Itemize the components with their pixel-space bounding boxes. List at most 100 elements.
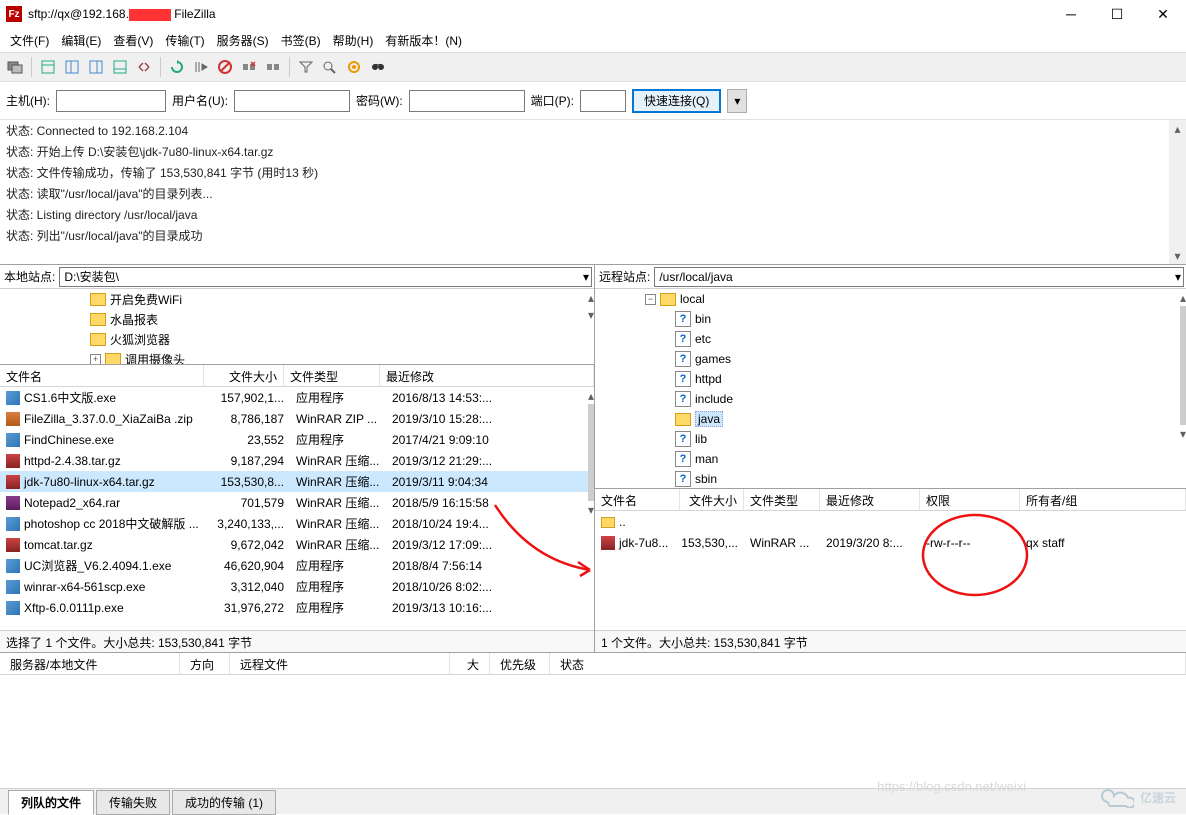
watermark-logo: 亿速云 [1100, 786, 1176, 808]
log-line: 状态: Connected to 192.168.2.104 [0, 120, 1186, 141]
menu-server[interactable]: 服务器(S) [211, 29, 275, 52]
local-status: 选择了 1 个文件。大小总共: 153,530,841 字节 [0, 630, 594, 652]
window-title: sftp://qx@192.168. FileZilla [28, 7, 1048, 21]
sync-browse-icon[interactable] [133, 56, 155, 78]
toggle-queue-icon[interactable] [109, 56, 131, 78]
host-label: 主机(H): [6, 92, 50, 109]
file-icon [6, 601, 20, 615]
file-icon [6, 580, 20, 594]
table-row[interactable]: Notepad2_x64.rar701,579WinRAR 压缩...2018/… [0, 492, 594, 513]
remote-tree-scrollbar[interactable]: ▴▾ [1180, 289, 1186, 488]
queue-header[interactable]: 服务器/本地文件 方向 远程文件 大小 优先级 状态 [0, 653, 1186, 675]
table-row[interactable]: Xftp-6.0.0111p.exe31,976,272应用程序2019/3/1… [0, 597, 594, 618]
toggle-tree-local-icon[interactable] [61, 56, 83, 78]
table-row[interactable]: FileZilla_3.37.0.0_XiaZaiBa .zip8,786,18… [0, 408, 594, 429]
table-row[interactable]: CS1.6中文版.exe157,902,1...应用程序2016/8/13 14… [0, 387, 594, 408]
log-line: 状态: Listing directory /usr/local/java [0, 204, 1186, 225]
tab-success[interactable]: 成功的传输 (1) [172, 790, 276, 815]
port-label: 端口(P): [531, 92, 574, 109]
local-list-scrollbar[interactable]: ▴▾ [588, 387, 594, 630]
port-input[interactable] [580, 90, 626, 112]
unknown-folder-icon: ? [675, 391, 691, 407]
titlebar: Fz sftp://qx@192.168. FileZilla ─ ☐ ✕ [0, 0, 1186, 28]
username-input[interactable] [234, 90, 350, 112]
menu-update[interactable]: 有新版本！(N) [379, 29, 468, 52]
site-manager-icon[interactable] [4, 56, 26, 78]
menu-help[interactable]: 帮助(H) [327, 29, 380, 52]
tab-failed[interactable]: 传输失败 [96, 790, 170, 815]
local-file-list[interactable]: CS1.6中文版.exe157,902,1...应用程序2016/8/13 14… [0, 387, 594, 630]
table-row[interactable]: UC浏览器_V6.2.4094.1.exe46,620,904应用程序2018/… [0, 555, 594, 576]
quickconnect-dropdown[interactable]: ▾ [727, 89, 747, 113]
local-site-label: 本地站点: [0, 268, 59, 285]
file-icon [6, 475, 20, 489]
password-input[interactable] [409, 90, 525, 112]
file-icon [6, 496, 20, 510]
menu-view[interactable]: 查看(V) [107, 29, 159, 52]
chevron-down-icon[interactable]: ▾ [1175, 270, 1181, 284]
file-icon [6, 433, 20, 447]
scroll-down-icon[interactable]: ▾ [1169, 247, 1186, 264]
table-row[interactable]: httpd-2.4.38.tar.gz9,187,294WinRAR 压缩...… [0, 450, 594, 471]
log-line: 状态: 列出"/usr/local/java"的目录成功 [0, 225, 1186, 246]
remote-path-combo[interactable]: /usr/local/java ▾ [654, 267, 1184, 287]
sync-icon[interactable] [343, 56, 365, 78]
unknown-folder-icon: ? [675, 351, 691, 367]
remote-site-label: 远程站点: [595, 268, 654, 285]
parent-dir-row[interactable]: .. [595, 511, 1186, 532]
user-label: 用户名(U): [172, 92, 228, 109]
tab-queued[interactable]: 列队的文件 [8, 790, 94, 815]
remote-status: 1 个文件。大小总共: 153,530,841 字节 [595, 630, 1186, 652]
local-path-combo[interactable]: D:\安装包\ ▾ [59, 267, 592, 287]
table-row[interactable]: photoshop cc 2018中文破解版 ...3,240,133,...W… [0, 513, 594, 534]
log-line: 状态: 开始上传 D:\安装包\jdk-7u80-linux-x64.tar.g… [0, 141, 1186, 162]
log-scrollbar[interactable]: ▴ ▾ [1169, 120, 1186, 264]
folder-icon [601, 517, 615, 528]
chevron-down-icon[interactable]: ▾ [583, 270, 589, 284]
filter-icon[interactable] [295, 56, 317, 78]
table-row[interactable]: winrar-x64-561scp.exe3,312,040应用程序2018/1… [0, 576, 594, 597]
expand-icon[interactable]: + [90, 354, 101, 365]
pass-label: 密码(W): [356, 92, 403, 109]
menu-bookmarks[interactable]: 书签(B) [275, 29, 327, 52]
table-row[interactable]: jdk-7u80-linux-x64.tar.gz153,530,8...Win… [0, 471, 594, 492]
scroll-up-icon[interactable]: ▴ [1169, 120, 1186, 137]
file-icon [6, 559, 20, 573]
file-icon [6, 538, 20, 552]
reconnect-icon[interactable] [262, 56, 284, 78]
unknown-folder-icon: ? [675, 331, 691, 347]
watermark-url: https://blog.csdn.net/weixi [877, 779, 1026, 794]
remote-pane: 远程站点: /usr/local/java ▾ −local ?bin ?etc… [595, 265, 1186, 652]
local-tree[interactable]: 开启免费WiFi 水晶报表 火狐浏览器 +调用摄像头 ▴▾ [0, 289, 594, 365]
process-queue-icon[interactable] [190, 56, 212, 78]
refresh-icon[interactable] [166, 56, 188, 78]
cancel-icon[interactable] [214, 56, 236, 78]
maximize-button[interactable]: ☐ [1094, 0, 1140, 28]
queue-body[interactable] [0, 675, 1186, 755]
remote-file-list[interactable]: .. jdk-7u8... 153,530,... WinRAR ... 201… [595, 511, 1186, 630]
compare-icon[interactable] [319, 56, 341, 78]
table-row[interactable]: FindChinese.exe23,552应用程序2017/4/21 9:09:… [0, 429, 594, 450]
table-row[interactable]: jdk-7u8... 153,530,... WinRAR ... 2019/3… [595, 532, 1186, 553]
disconnect-icon[interactable] [238, 56, 260, 78]
unknown-folder-icon: ? [675, 451, 691, 467]
redacted-ip [129, 9, 171, 21]
local-tree-scrollbar[interactable]: ▴▾ [588, 289, 594, 364]
table-row[interactable]: tomcat.tar.gz9,672,042WinRAR 压缩...2019/3… [0, 534, 594, 555]
menu-file[interactable]: 文件(F) [4, 29, 55, 52]
quickconnect-button[interactable]: 快速连接(Q) [632, 89, 721, 113]
minimize-button[interactable]: ─ [1048, 0, 1094, 28]
remote-tree[interactable]: −local ?bin ?etc ?games ?httpd ?include … [595, 289, 1186, 489]
menu-transfer[interactable]: 传输(T) [159, 29, 210, 52]
unknown-folder-icon: ? [675, 471, 691, 487]
local-list-header[interactable]: 文件名 文件大小 文件类型 最近修改 [0, 365, 594, 387]
collapse-icon[interactable]: − [645, 294, 656, 305]
menu-edit[interactable]: 编辑(E) [55, 29, 107, 52]
quickconnect-bar: 主机(H): 用户名(U): 密码(W): 端口(P): 快速连接(Q) ▾ [0, 82, 1186, 120]
toggle-log-icon[interactable] [37, 56, 59, 78]
remote-list-header[interactable]: 文件名 文件大小 文件类型 最近修改 权限 所有者/组 [595, 489, 1186, 511]
host-input[interactable] [56, 90, 166, 112]
search-icon[interactable] [367, 56, 389, 78]
toggle-tree-remote-icon[interactable] [85, 56, 107, 78]
close-button[interactable]: ✕ [1140, 0, 1186, 28]
